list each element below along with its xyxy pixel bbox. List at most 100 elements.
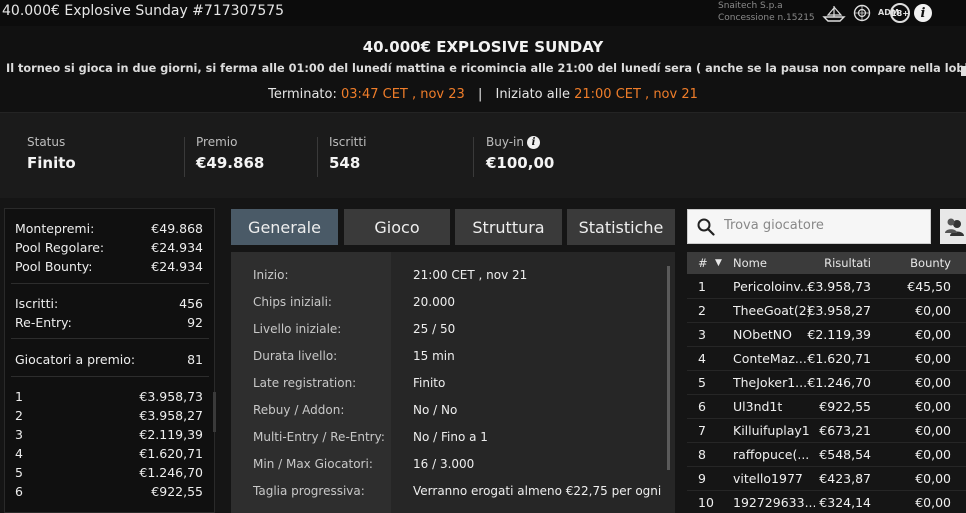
row-position: 8 bbox=[698, 447, 706, 462]
started-label: Iniziato alle bbox=[495, 87, 570, 102]
detail-value: No / Fino a 1 bbox=[413, 430, 488, 444]
tab-struttura[interactable]: Struttura bbox=[455, 209, 562, 245]
player-filter-button[interactable] bbox=[940, 209, 966, 244]
row-bounty: €0,00 bbox=[915, 303, 951, 318]
status-label: Status bbox=[27, 135, 66, 149]
title-bar: 40.000€ Explosive Sunday #717307575 Snai… bbox=[0, 0, 966, 26]
payout-amount: €3.958,73 bbox=[139, 389, 203, 404]
col-bounty-header[interactable]: Bounty bbox=[877, 256, 951, 270]
results-table: # ▼ Nome Risultati Bounty 1 Pericoloinv..… bbox=[687, 252, 966, 513]
montepremi-label: Montepremi: bbox=[15, 221, 95, 236]
payout-position: 1 bbox=[15, 389, 23, 404]
row-bounty: €0,00 bbox=[915, 447, 951, 462]
pool-regular-label: Pool Regolare: bbox=[15, 240, 105, 255]
table-row[interactable]: 6 Ul3nd1t €922,55 €0,00 bbox=[687, 395, 966, 419]
payout-scrollbar[interactable] bbox=[213, 392, 216, 432]
detail-value: 20.000 bbox=[413, 295, 455, 309]
row-result: €324,14 bbox=[819, 495, 871, 510]
table-row[interactable]: 7 Killuifuplay1 €673,21 €0,00 bbox=[687, 419, 966, 443]
payout-row: 3 €2.119,39 bbox=[15, 427, 203, 442]
stat-entries: Iscritti 548 bbox=[329, 135, 366, 172]
detail-label: Taglia progressiva: bbox=[253, 484, 365, 498]
emblem-logo-icon bbox=[850, 3, 874, 23]
results-header: # ▼ Nome Risultati Bounty bbox=[687, 252, 966, 274]
table-row[interactable]: 5 TheJoker1... €1.246,70 €0,00 bbox=[687, 371, 966, 395]
entries-value: 548 bbox=[329, 154, 361, 172]
payout-position: 5 bbox=[15, 465, 23, 480]
stat-buyin: Buy-in i €100,00 bbox=[486, 135, 554, 172]
payout-position: 3 bbox=[15, 427, 23, 442]
detail-label: Chips iniziali: bbox=[253, 295, 332, 309]
regulatory-logos: ADM 18+ i bbox=[822, 2, 932, 24]
detail-value: Verranno erogati almeno €22,75 per ogni bbox=[413, 484, 662, 498]
payout-row: 2 €3.958,27 bbox=[15, 408, 203, 423]
payout-position: 6 bbox=[15, 484, 23, 499]
iscritti-row: Iscritti: 456 bbox=[15, 296, 203, 311]
detail-label: Rebuy / Addon: bbox=[253, 403, 345, 417]
row-result: €673,21 bbox=[819, 423, 871, 438]
payout-row: 5 €1.246,70 bbox=[15, 465, 203, 480]
stat-divider bbox=[184, 137, 185, 177]
payout-row: 6 €922,55 bbox=[15, 484, 203, 499]
started-value: 21:00 CET , nov 21 bbox=[574, 87, 698, 102]
row-bounty: €0,00 bbox=[915, 399, 951, 414]
adm-logo: ADM bbox=[878, 8, 899, 17]
details-scrollbar[interactable] bbox=[667, 266, 670, 470]
payout-amount: €922,55 bbox=[151, 484, 203, 499]
divider bbox=[11, 283, 209, 284]
stat-divider bbox=[473, 137, 474, 177]
sort-down-icon[interactable]: ▼ bbox=[715, 258, 722, 268]
row-bounty: €0,00 bbox=[915, 327, 951, 342]
col-results-header[interactable]: Risultati bbox=[799, 256, 871, 270]
pool-bounty-value: €24.934 bbox=[151, 259, 203, 274]
row-bounty: €45,50 bbox=[907, 279, 951, 294]
detail-label: Multi-Entry / Re-Entry: bbox=[253, 430, 385, 444]
row-position: 2 bbox=[698, 303, 706, 318]
pool-regular-row: Pool Regolare: €24.934 bbox=[15, 240, 203, 255]
tab-generale[interactable]: Generale bbox=[231, 209, 338, 245]
row-position: 5 bbox=[698, 375, 706, 390]
row-position: 4 bbox=[698, 351, 706, 366]
stat-status: Status Finito bbox=[27, 135, 76, 172]
table-row[interactable]: 2 TheeGoat(2) €3.958,27 €0,00 bbox=[687, 299, 966, 323]
entries-label: Iscritti bbox=[329, 135, 367, 149]
stat-prize: Premio €49.868 bbox=[196, 135, 264, 172]
stat-divider bbox=[317, 137, 318, 177]
table-row[interactable]: 8 raffopuce(... €548,54 €0,00 bbox=[687, 443, 966, 467]
detail-label: Durata livello: bbox=[253, 349, 338, 363]
table-row[interactable]: 1 Pericoloinv... €3.958,73 €45,50 bbox=[687, 275, 966, 299]
detail-label: Inizio: bbox=[253, 268, 289, 282]
col-position-header[interactable]: # bbox=[698, 256, 708, 270]
row-position: 7 bbox=[698, 423, 706, 438]
row-bounty: €0,00 bbox=[915, 471, 951, 486]
table-row[interactable]: 9 vitello1977 €423,87 €0,00 bbox=[687, 467, 966, 491]
users-icon bbox=[945, 218, 964, 236]
iscritti-label: Iscritti: bbox=[15, 296, 59, 311]
tab-statistiche[interactable]: Statistiche bbox=[567, 209, 675, 245]
tournament-description: Il torneo si gioca in due giorni, si fer… bbox=[6, 62, 966, 75]
detail-label: Late registration: bbox=[253, 376, 357, 390]
payout-row: 1 €3.958,73 bbox=[15, 389, 203, 404]
info-icon[interactable]: i bbox=[914, 4, 932, 22]
description-scrollbar[interactable] bbox=[961, 66, 966, 76]
detail-label: Livello iniziale: bbox=[253, 322, 342, 336]
detail-value: No / No bbox=[413, 403, 458, 417]
row-bounty: €0,00 bbox=[915, 375, 951, 390]
brand-license: Concessione n.15215 bbox=[718, 13, 815, 23]
buyin-value: €100,00 bbox=[486, 154, 555, 172]
row-bounty: €0,00 bbox=[915, 495, 951, 510]
prize-label: Premio bbox=[196, 135, 238, 149]
prize-value: €49.868 bbox=[196, 154, 265, 172]
table-row[interactable]: 10 192729633... €324,14 €0,00 bbox=[687, 491, 966, 513]
table-row[interactable]: 3 NObetNO €2.119,39 €0,00 bbox=[687, 323, 966, 347]
row-result: €1.246,70 bbox=[807, 375, 871, 390]
search-input[interactable] bbox=[724, 218, 924, 233]
tab-gioco[interactable]: Gioco bbox=[344, 209, 450, 245]
table-row[interactable]: 4 ConteMaz... €1.620,71 €0,00 bbox=[687, 347, 966, 371]
divider bbox=[11, 338, 209, 339]
detail-value: 21:00 CET , nov 21 bbox=[413, 268, 528, 282]
reentry-label: Re-Entry: bbox=[15, 315, 72, 330]
buyin-info-icon[interactable]: i bbox=[527, 136, 540, 149]
divider bbox=[11, 376, 209, 377]
paid-players-value: 81 bbox=[187, 352, 203, 367]
